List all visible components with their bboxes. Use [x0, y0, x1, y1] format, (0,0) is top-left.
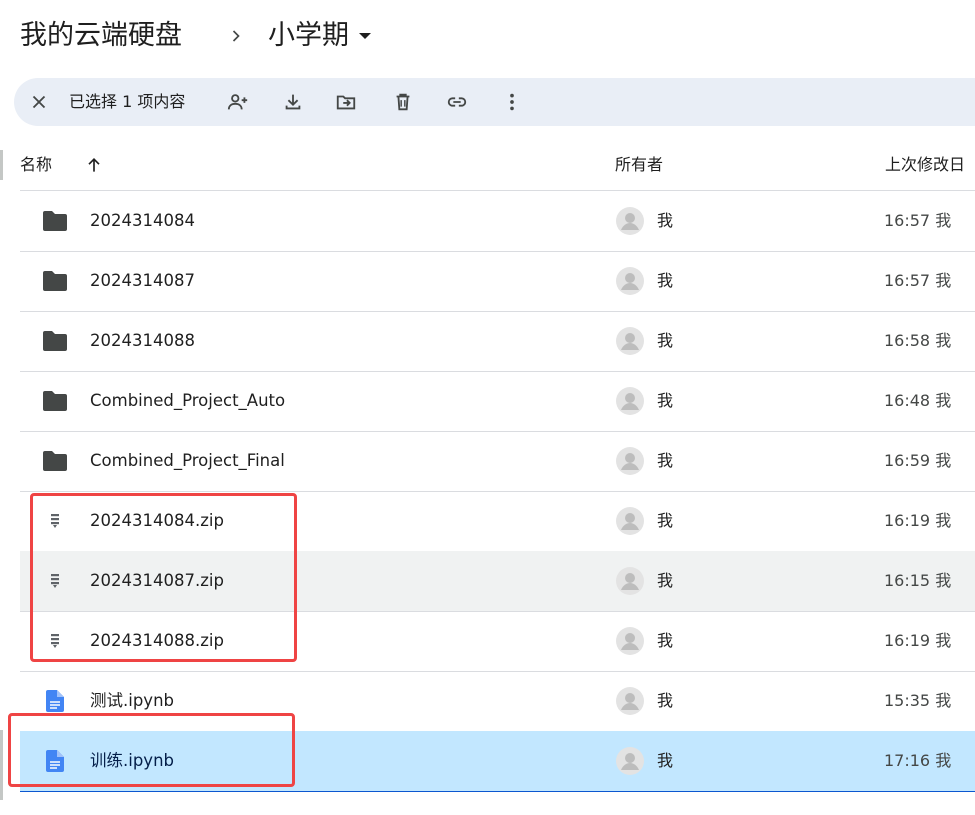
file-modified: 16:57 我 [884, 271, 952, 290]
file-name: 2024314084 [90, 211, 195, 230]
folder-icon [42, 329, 68, 353]
column-owner[interactable]: 所有者 [615, 140, 663, 190]
breadcrumb-root[interactable]: 我的云端硬盘 [20, 16, 182, 56]
file-row[interactable]: 2024314084 我 16:57 我 [20, 191, 975, 252]
file-row[interactable]: 2024314087 我 16:57 我 [20, 251, 975, 312]
owner-avatar [616, 567, 644, 595]
file-owner: 我 [657, 571, 674, 590]
selection-count-label: 已选择 1 项内容 [69, 92, 186, 111]
breadcrumb-current[interactable]: 小学期 [268, 16, 371, 56]
file-modified: 15:35 我 [884, 691, 952, 710]
share-button[interactable] [218, 78, 258, 126]
file-owner: 我 [657, 691, 674, 710]
more-vert-icon [510, 93, 514, 111]
arrow-up-icon[interactable] [84, 155, 104, 175]
column-name[interactable]: 名称 [20, 140, 52, 190]
document-icon [42, 689, 68, 713]
file-owner: 我 [657, 391, 674, 410]
file-owner: 我 [657, 271, 674, 290]
download-button[interactable] [273, 78, 313, 126]
file-owner: 我 [657, 211, 674, 230]
owner-avatar [616, 747, 644, 775]
annotation-box [8, 713, 295, 787]
file-modified: 16:19 我 [884, 631, 952, 650]
file-modified: 16:59 我 [884, 451, 952, 470]
folder-icon [42, 209, 68, 233]
file-name: Combined_Project_Final [90, 451, 285, 470]
download-icon [285, 94, 301, 110]
file-name: 2024314088 [90, 331, 195, 350]
breadcrumb: 我的云端硬盘 小学期 [0, 0, 975, 72]
close-icon [32, 95, 46, 109]
clear-selection-button[interactable] [19, 78, 59, 126]
share-person-add-icon [227, 94, 248, 110]
file-row[interactable]: Combined_Project_Auto 我 16:48 我 [20, 371, 975, 432]
annotation-box [30, 493, 297, 662]
owner-avatar [616, 687, 644, 715]
file-modified: 17:16 我 [884, 751, 952, 770]
file-list-header: 名称 所有者 上次修改日 [0, 140, 975, 190]
file-modified: 16:19 我 [884, 511, 952, 530]
copy-link-button[interactable] [437, 78, 477, 126]
folder-icon [42, 389, 68, 413]
more-actions-button[interactable] [492, 78, 532, 126]
file-modified: 16:57 我 [884, 211, 952, 230]
file-owner: 我 [657, 511, 674, 530]
owner-avatar [616, 507, 644, 535]
file-owner: 我 [657, 631, 674, 650]
owner-avatar [616, 267, 644, 295]
column-modified[interactable]: 上次修改日 [885, 140, 965, 190]
link-icon [447, 97, 467, 107]
file-modified: 16:48 我 [884, 391, 952, 410]
file-row[interactable]: 2024314088 我 16:58 我 [20, 311, 975, 372]
file-modified: 16:58 我 [884, 331, 952, 350]
file-name: Combined_Project_Auto [90, 391, 286, 410]
scroll-edge [0, 730, 3, 800]
owner-avatar [616, 327, 644, 355]
chevron-right-icon [232, 30, 240, 42]
selection-toolbar: 已选择 1 项内容 [14, 78, 975, 126]
owner-avatar [616, 207, 644, 235]
file-name: 2024314087 [90, 271, 195, 290]
caret-down-icon [359, 33, 371, 39]
file-modified: 16:15 我 [884, 571, 952, 590]
folder-icon [42, 269, 68, 293]
trash-icon [396, 93, 410, 111]
owner-avatar [616, 387, 644, 415]
owner-avatar [616, 627, 644, 655]
file-row[interactable]: Combined_Project_Final 我 16:59 我 [20, 431, 975, 492]
folder-icon [42, 449, 68, 473]
file-owner: 我 [657, 751, 674, 770]
owner-avatar [616, 447, 644, 475]
move-button[interactable] [326, 78, 366, 126]
file-owner: 我 [657, 331, 674, 350]
delete-button[interactable] [383, 78, 423, 126]
move-to-folder-icon [336, 95, 356, 110]
file-owner: 我 [657, 451, 674, 470]
breadcrumb-current-label: 小学期 [268, 20, 349, 51]
